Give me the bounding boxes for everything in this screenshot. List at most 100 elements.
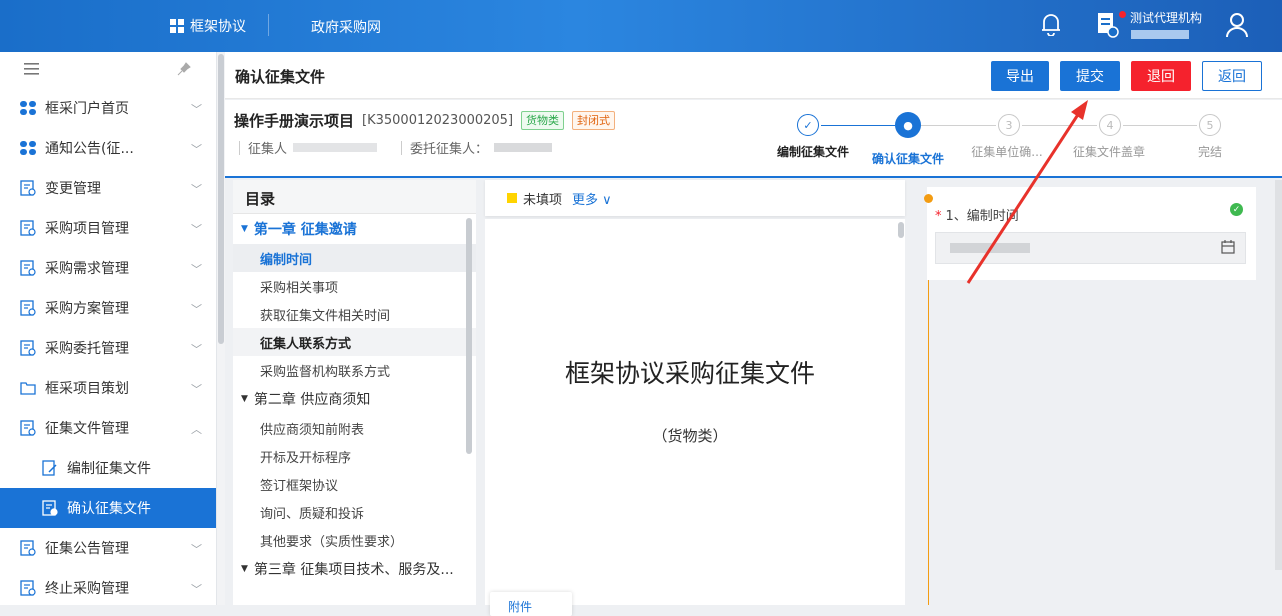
toc-item[interactable]: 询问、质疑和投诉 xyxy=(233,498,476,526)
grid-icon xyxy=(170,19,184,33)
sidebar-item[interactable]: 通知公告(征... ﹀ xyxy=(0,128,216,168)
sidebar-item[interactable]: 采购委托管理 ﹀ xyxy=(0,328,216,368)
toc-chapter[interactable]: ▼ 第三章 征集项目技术、服务及... xyxy=(233,554,476,584)
sidebar-item-label: 征集公告管理 xyxy=(45,541,129,557)
chevron-icon: ﹀ xyxy=(191,223,202,236)
collector-label: 征集人 xyxy=(248,142,288,157)
sidebar-item[interactable]: 采购项目管理 ﹀ xyxy=(0,208,216,248)
sidebar-item[interactable]: 终止采购管理 ﹀ xyxy=(0,568,216,608)
step-connector xyxy=(921,125,996,126)
timeline-dot xyxy=(924,194,933,203)
project-info: 操作手册演示项目 [K3500012023000205] 货物类 封闭式 征集人… xyxy=(225,100,1282,178)
toc-item[interactable]: 其他要求（实质性要求） xyxy=(233,526,476,554)
project-name: 操作手册演示项目 xyxy=(234,112,355,130)
toc-item[interactable]: 开标及开标程序 xyxy=(233,442,476,470)
toc-item[interactable]: 签订框架协议 xyxy=(233,470,476,498)
toc-header: 目录 xyxy=(233,180,476,214)
edit-doc-icon xyxy=(42,460,58,476)
sidebar-item-label: 变更管理 xyxy=(45,181,101,197)
project-code: [K3500012023000205] xyxy=(362,113,514,128)
sidebar-item-label: 框采门户首页 xyxy=(45,101,129,117)
toc-chapter[interactable]: ▼ 第二章 供应商须知 xyxy=(233,384,476,414)
category-tag: 货物类 xyxy=(521,111,565,130)
doc-gear-icon xyxy=(20,300,36,316)
attachment-button[interactable]: 附件 xyxy=(490,592,572,616)
step-label: 编制征集文件 xyxy=(776,145,849,159)
sidebar-item[interactable]: 框采门户首页 ﹀ xyxy=(0,88,216,128)
toc-chapter[interactable]: ▼ 第一章 征集邀请 xyxy=(233,214,476,244)
chevron-icon: ︿ xyxy=(191,423,202,436)
calendar-icon[interactable] xyxy=(1221,240,1235,254)
toc-item[interactable]: 采购相关事项 xyxy=(233,272,476,300)
sidebar-item[interactable]: 征集文件管理 ︿ xyxy=(0,408,216,448)
more-dropdown[interactable]: 更多 ∨ xyxy=(572,189,612,208)
folder-icon xyxy=(20,380,36,396)
submit-button[interactable]: 提交 xyxy=(1060,61,1120,91)
filter-bar: 未填项 更多 ∨ xyxy=(485,180,905,216)
step-connector xyxy=(1022,125,1097,126)
sidebar-top xyxy=(0,52,216,88)
field-card: * 1、编制时间 ✓ xyxy=(927,187,1256,280)
sidebar-item-label: 编制征集文件 xyxy=(67,461,151,477)
doc-gear-icon xyxy=(20,540,36,556)
field-label-text: 1、编制时间 xyxy=(945,209,1019,224)
unfilled-legend-icon xyxy=(507,193,517,203)
sidebar-item-label: 采购方案管理 xyxy=(45,301,129,317)
toc-item[interactable]: 征集人联系方式 xyxy=(233,328,476,356)
toc-list: ▼ 第一章 征集邀请编制时间采购相关事项 获取征集文件相关时间征集人联系方式采购监督… xyxy=(233,214,476,584)
sidebar-item[interactable]: 编制征集文件 xyxy=(0,448,216,488)
document-page: 框架协议采购征集文件 （货物类） xyxy=(485,219,905,605)
check-circle-icon: ✓ xyxy=(1230,203,1243,216)
sidebar-item[interactable]: 采购需求管理 ﹀ xyxy=(0,248,216,288)
scroll-thumb[interactable] xyxy=(218,54,224,344)
toc-label: 其他要求（实质性要求） xyxy=(260,534,404,550)
toc-scrollbar[interactable] xyxy=(466,218,472,454)
sidebar-item[interactable]: 征集公告管理 ﹀ xyxy=(0,528,216,568)
sidebar-item[interactable]: 变更管理 ﹀ xyxy=(0,168,216,208)
doc-gear-icon xyxy=(20,420,36,436)
menu-icon[interactable] xyxy=(24,63,39,75)
sidebar-item[interactable]: 框采项目策划 ﹀ xyxy=(0,368,216,408)
chevron-icon: ﹀ xyxy=(191,183,202,196)
step-label: 完结 xyxy=(1197,145,1222,159)
brand-label: 框架协议 xyxy=(190,19,246,35)
toc-item[interactable]: 获取征集文件相关时间 xyxy=(233,300,476,328)
doc-gear-icon xyxy=(42,500,58,516)
sidebar-item[interactable]: 确认征集文件 xyxy=(0,488,216,528)
toc-item[interactable]: 编制时间 xyxy=(233,244,476,272)
export-button[interactable]: 导出 xyxy=(991,61,1049,91)
document-scrollbar[interactable] xyxy=(898,222,904,238)
user-name[interactable]: 测试代理机构 xyxy=(1130,9,1202,26)
sidebar-menu: 框采门户首页 ﹀ 通知公告(征... ﹀ 变更管理 ﹀ 采购项目管理 ﹀ 采购需求管理 ﹀ 采购方案… xyxy=(0,88,216,608)
caret-down-icon: ▼ xyxy=(241,564,248,574)
return-button[interactable]: 退回 xyxy=(1131,61,1191,91)
nav-gov-procurement[interactable]: 政府采购网 xyxy=(311,17,381,37)
sidebar-item[interactable]: 采购方案管理 ﹀ xyxy=(0,288,216,328)
toc-label: 征集人联系方式 xyxy=(260,336,352,352)
form-scrollbar[interactable] xyxy=(1275,180,1282,570)
pin-icon[interactable] xyxy=(177,62,191,76)
chevron-icon: ﹀ xyxy=(191,343,202,356)
back-button[interactable]: 返回 xyxy=(1202,61,1262,91)
sidebar-item-label: 终止采购管理 xyxy=(45,581,129,597)
step-circle: 3 xyxy=(998,114,1020,136)
table-of-contents: 目录 ▼ 第一章 征集邀请编制时间采购相关事项 获取征集文件相关时间征集人联系方式采… xyxy=(233,180,476,605)
brand-link[interactable]: 框架协议 xyxy=(170,16,246,36)
toc-item[interactable]: 采购监督机构联系方式 xyxy=(233,356,476,384)
document-icon[interactable] xyxy=(1097,12,1119,38)
sidebar-item-label: 通知公告(征... xyxy=(45,141,134,157)
toc-label: 第三章 征集项目技术、服务及... xyxy=(253,562,454,578)
sidebar-scrollbar[interactable] xyxy=(217,52,225,605)
bell-icon[interactable] xyxy=(1040,12,1062,36)
chevron-icon: ﹀ xyxy=(191,103,202,116)
chevron-icon: ﹀ xyxy=(191,543,202,556)
redacted-date xyxy=(950,243,1030,253)
toc-label: 编制时间 xyxy=(260,252,313,268)
page-header: 确认征集文件 导出 提交 退回 返回 xyxy=(225,52,1282,99)
unfilled-label[interactable]: 未填项 xyxy=(523,189,562,208)
sidebar: 框采门户首页 ﹀ 通知公告(征... ﹀ 变更管理 ﹀ 采购项目管理 ﹀ 采购需求管理 ﹀ 采购方案… xyxy=(0,52,217,605)
user-icon[interactable] xyxy=(1225,12,1249,38)
date-input[interactable] xyxy=(935,232,1246,264)
toc-item[interactable]: 供应商须知前附表 xyxy=(233,414,476,442)
toc-label: 开标及开标程序 xyxy=(260,450,352,466)
